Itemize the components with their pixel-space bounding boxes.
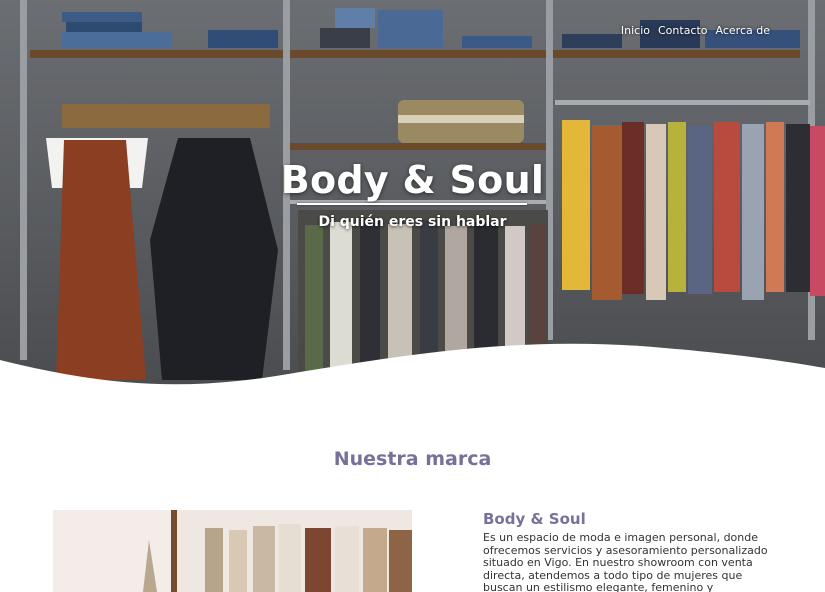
- brand-heading: Body & Soul: [483, 510, 586, 528]
- nav-link-inicio[interactable]: Inicio: [621, 24, 650, 37]
- hero-title: Body & Soul: [280, 158, 545, 202]
- hero-subtitle: Di quién eres sin hablar: [318, 214, 507, 230]
- clothing-rack-photo: [53, 510, 412, 592]
- brand-image: [53, 510, 412, 592]
- section-title: Nuestra marca: [333, 448, 492, 470]
- hero-banner: Inicio Contacto Acerca de Body & Soul Di…: [0, 0, 825, 392]
- top-navigation: Inicio Contacto Acerca de: [621, 24, 770, 37]
- hero-title-underline: [297, 203, 527, 205]
- brand-description: Es un espacio de moda e imagen personal,…: [483, 531, 768, 592]
- nav-link-acerca-de[interactable]: Acerca de: [716, 24, 770, 37]
- nav-link-contacto[interactable]: Contacto: [658, 24, 708, 37]
